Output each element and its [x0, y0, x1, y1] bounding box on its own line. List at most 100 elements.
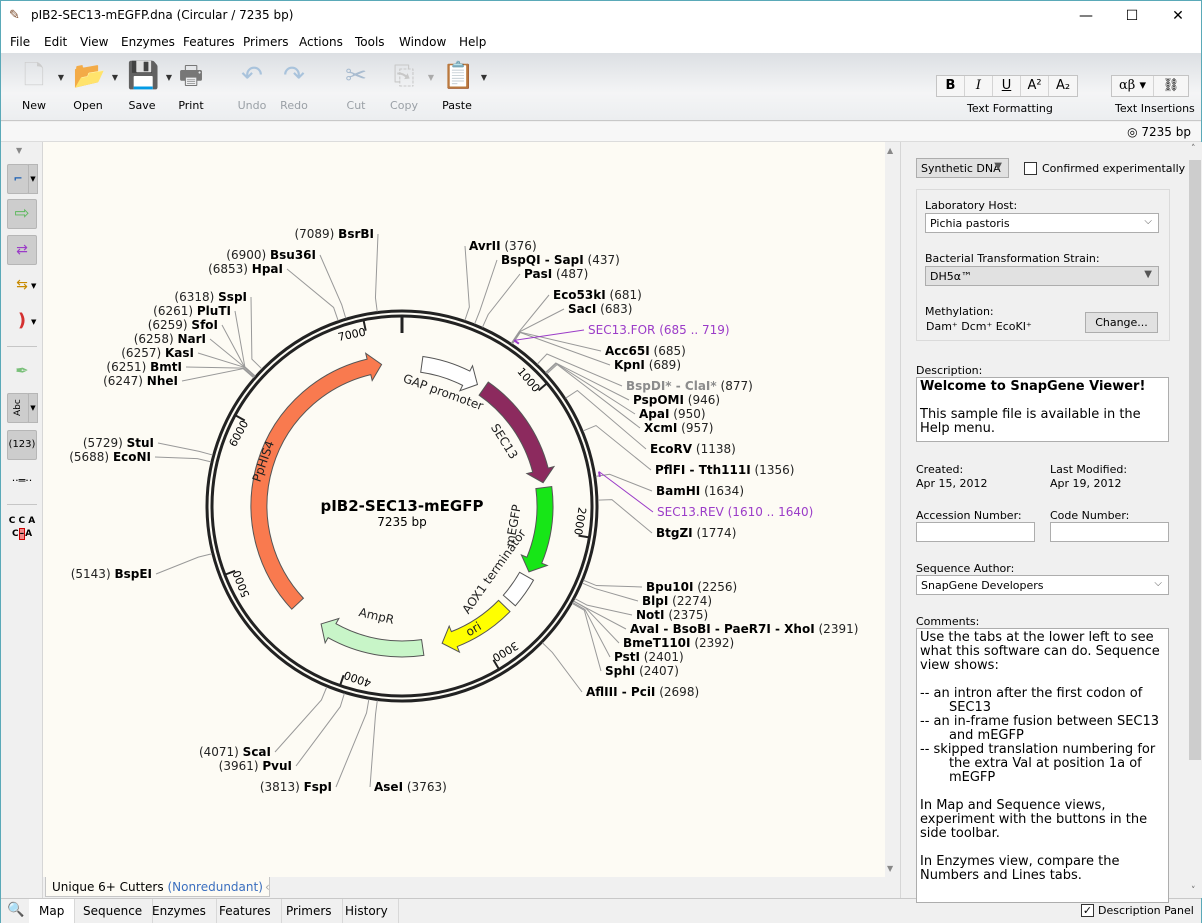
- enzyme-site-label[interactable]: (6261) PluTI: [153, 304, 231, 318]
- description-panel-checkbox[interactable]: ✓: [1081, 904, 1094, 917]
- description-textarea[interactable]: Welcome to SnapGene Viewer! This sample …: [916, 377, 1169, 442]
- new-button[interactable]: 🗋 ▼ New: [10, 61, 64, 116]
- scroll-up-icon[interactable]: ˄: [1191, 144, 1196, 154]
- enzyme-site-label[interactable]: Eco53kI (681): [553, 288, 642, 302]
- tab-features[interactable]: Features: [209, 899, 282, 923]
- enzyme-site-label[interactable]: (7089) BsrBI: [294, 227, 374, 241]
- superscript-button[interactable]: A²: [1021, 76, 1049, 96]
- enzyme-site-label[interactable]: (4071) ScaI: [199, 745, 271, 759]
- enzyme-site-label[interactable]: (6318) SspI: [174, 290, 247, 304]
- comments-textarea[interactable]: Use the tabs at the lower left to see wh…: [916, 628, 1169, 903]
- tab-enzymes[interactable]: Enzymes: [142, 899, 217, 923]
- tab-primers[interactable]: Primers: [276, 899, 343, 923]
- menu-help[interactable]: Help: [459, 35, 486, 49]
- feature-megfp[interactable]: [520, 485, 554, 573]
- menu-file[interactable]: File: [10, 35, 30, 49]
- enzyme-site-label[interactable]: AvrII (376): [469, 239, 537, 253]
- undo-button[interactable]: ↶ Undo: [228, 61, 276, 116]
- lab-host-select[interactable]: Pichia pastoris ⌵: [925, 213, 1159, 233]
- scroll-down-icon[interactable]: ˅: [1191, 886, 1196, 896]
- chevron-down-icon[interactable]: ▼: [28, 164, 38, 194]
- minimize-button[interactable]: —: [1063, 1, 1109, 31]
- tab-map[interactable]: Map: [29, 899, 76, 923]
- enzyme-site-label[interactable]: (6251) BmtI: [106, 360, 182, 374]
- numbers-icon[interactable]: (123): [7, 430, 37, 460]
- primer-label[interactable]: SEC13.FOR (685 .. 719): [588, 323, 730, 337]
- enzyme-site-label[interactable]: SphI (2407): [605, 664, 679, 678]
- enzyme-site-label[interactable]: PspOMI (946): [633, 393, 720, 407]
- tab-history[interactable]: History: [335, 899, 399, 923]
- menu-features[interactable]: Features: [183, 35, 235, 49]
- primer-label[interactable]: SEC13.REV (1610 .. 1640): [657, 505, 813, 519]
- enzyme-site-label[interactable]: AseI (3763): [374, 780, 447, 794]
- molecule-type-select[interactable]: Synthetic DNA ▼: [916, 158, 1009, 178]
- line-icon[interactable]: ··═··: [7, 466, 37, 496]
- feature-pphis4[interactable]: [250, 352, 383, 610]
- enzyme-site-label[interactable]: BmeT110I (2392): [623, 636, 734, 650]
- menu-edit[interactable]: Edit: [44, 35, 67, 49]
- enzyme-site-label[interactable]: (6259) SfoI: [148, 318, 218, 332]
- code-input[interactable]: [1050, 522, 1169, 542]
- save-button[interactable]: 💾 ▼ Save: [118, 61, 172, 116]
- enzyme-site-label[interactable]: (6258) NarI: [134, 332, 206, 346]
- enzyme-site-label[interactable]: (3961) PvuI: [219, 759, 292, 773]
- enzyme-site-label[interactable]: BspQI - SapI (437): [501, 253, 620, 267]
- bold-button[interactable]: B: [937, 76, 965, 96]
- panel-vertical-scrollbar[interactable]: ˄ ˅: [1188, 142, 1202, 898]
- enzyme-site-label[interactable]: (6853) HpaI: [208, 262, 283, 276]
- enzyme-site-label[interactable]: KpnI (689): [614, 358, 681, 372]
- print-button[interactable]: 🖶 Print: [167, 61, 215, 116]
- enzyme-site-label[interactable]: NotI (2375): [636, 608, 708, 622]
- menu-tools[interactable]: Tools: [355, 35, 385, 49]
- maximize-button[interactable]: ☐: [1109, 1, 1155, 31]
- search-icon[interactable]: 🔍: [7, 902, 24, 918]
- scroll-left-icon[interactable]: ‹: [265, 880, 270, 894]
- enzyme-site-label[interactable]: ApaI (950): [639, 407, 706, 421]
- copy-button[interactable]: ⎘ ▼ Copy: [380, 61, 434, 116]
- change-methylation-button[interactable]: Change...: [1085, 312, 1158, 333]
- enzyme-site-label[interactable]: PasI (487): [524, 267, 588, 281]
- chevron-down-icon[interactable]: ▼: [28, 393, 38, 423]
- enzyme-site-label[interactable]: BlpI (2274): [642, 594, 712, 608]
- chevron-down-icon[interactable]: ▼: [31, 318, 36, 326]
- map-vertical-scrollbar[interactable]: ▲ ▼: [885, 142, 899, 877]
- scroll-down-icon[interactable]: ▼: [887, 864, 893, 873]
- strands-icon[interactable]: ⇄: [7, 235, 37, 265]
- link-icon[interactable]: ⛓: [1154, 76, 1188, 96]
- enzyme-site-label[interactable]: (6257) KasI: [121, 346, 194, 360]
- open-button[interactable]: 📂 ▼ Open: [64, 61, 118, 116]
- confirmed-checkbox[interactable]: [1024, 162, 1037, 175]
- chevron-down-icon[interactable]: ▼: [481, 73, 487, 82]
- scrollbar-thumb[interactable]: [1189, 160, 1201, 760]
- enzyme-site-label[interactable]: BamHI (1634): [656, 484, 744, 498]
- italic-button[interactable]: I: [965, 76, 993, 96]
- menu-actions[interactable]: Actions: [299, 35, 343, 49]
- text-label-icon[interactable]: Abc: [7, 393, 29, 423]
- greek-letters-button[interactable]: αβ ▾: [1112, 76, 1154, 96]
- enzyme-site-label[interactable]: AvaI - BsoBI - PaeR7I - XhoI (2391): [630, 622, 858, 636]
- scroll-up-icon[interactable]: ▲: [887, 146, 893, 155]
- redo-button[interactable]: ↷ Redo: [270, 61, 318, 116]
- feature-arrow-icon[interactable]: ⇨: [7, 199, 37, 229]
- enzyme-site-label[interactable]: (6900) Bsu36I: [226, 248, 316, 262]
- underline-button[interactable]: U: [993, 76, 1021, 96]
- subscript-button[interactable]: A₂: [1049, 76, 1077, 96]
- cut-button[interactable]: ✂ Cut: [332, 61, 380, 116]
- plasmid-map-view[interactable]: 1000 2000 3000 4000 5000 6000 7000 GAP promoter…: [43, 142, 885, 877]
- enzyme-site-label[interactable]: AflIII - PciI (2698): [586, 685, 699, 699]
- collapse-arrow-icon[interactable]: ▼: [16, 146, 22, 155]
- enzyme-site-label[interactable]: SacI (683): [568, 302, 632, 316]
- enzyme-site-label[interactable]: (5729) StuI: [83, 436, 154, 450]
- enzyme-site-label[interactable]: PstI (2401): [614, 650, 684, 664]
- chevron-down-icon[interactable]: ▼: [31, 282, 36, 290]
- menu-view[interactable]: View: [80, 35, 108, 49]
- paste-button[interactable]: 📋 ▼ Paste: [433, 61, 487, 116]
- menu-enzymes[interactable]: Enzymes: [121, 35, 175, 49]
- enzyme-site-label[interactable]: BspDI* - ClaI* (877): [626, 379, 753, 393]
- menu-primers[interactable]: Primers: [243, 35, 289, 49]
- enzyme-site-label[interactable]: PflFI - Tth111I (1356): [655, 463, 794, 477]
- enzyme-site-label[interactable]: (6247) NheI: [103, 374, 178, 388]
- enzyme-site-label[interactable]: (3813) FspI: [260, 780, 332, 794]
- translation-icon[interactable]: C C A C–A: [7, 514, 37, 544]
- feature-aox1-terminator[interactable]: [502, 571, 535, 607]
